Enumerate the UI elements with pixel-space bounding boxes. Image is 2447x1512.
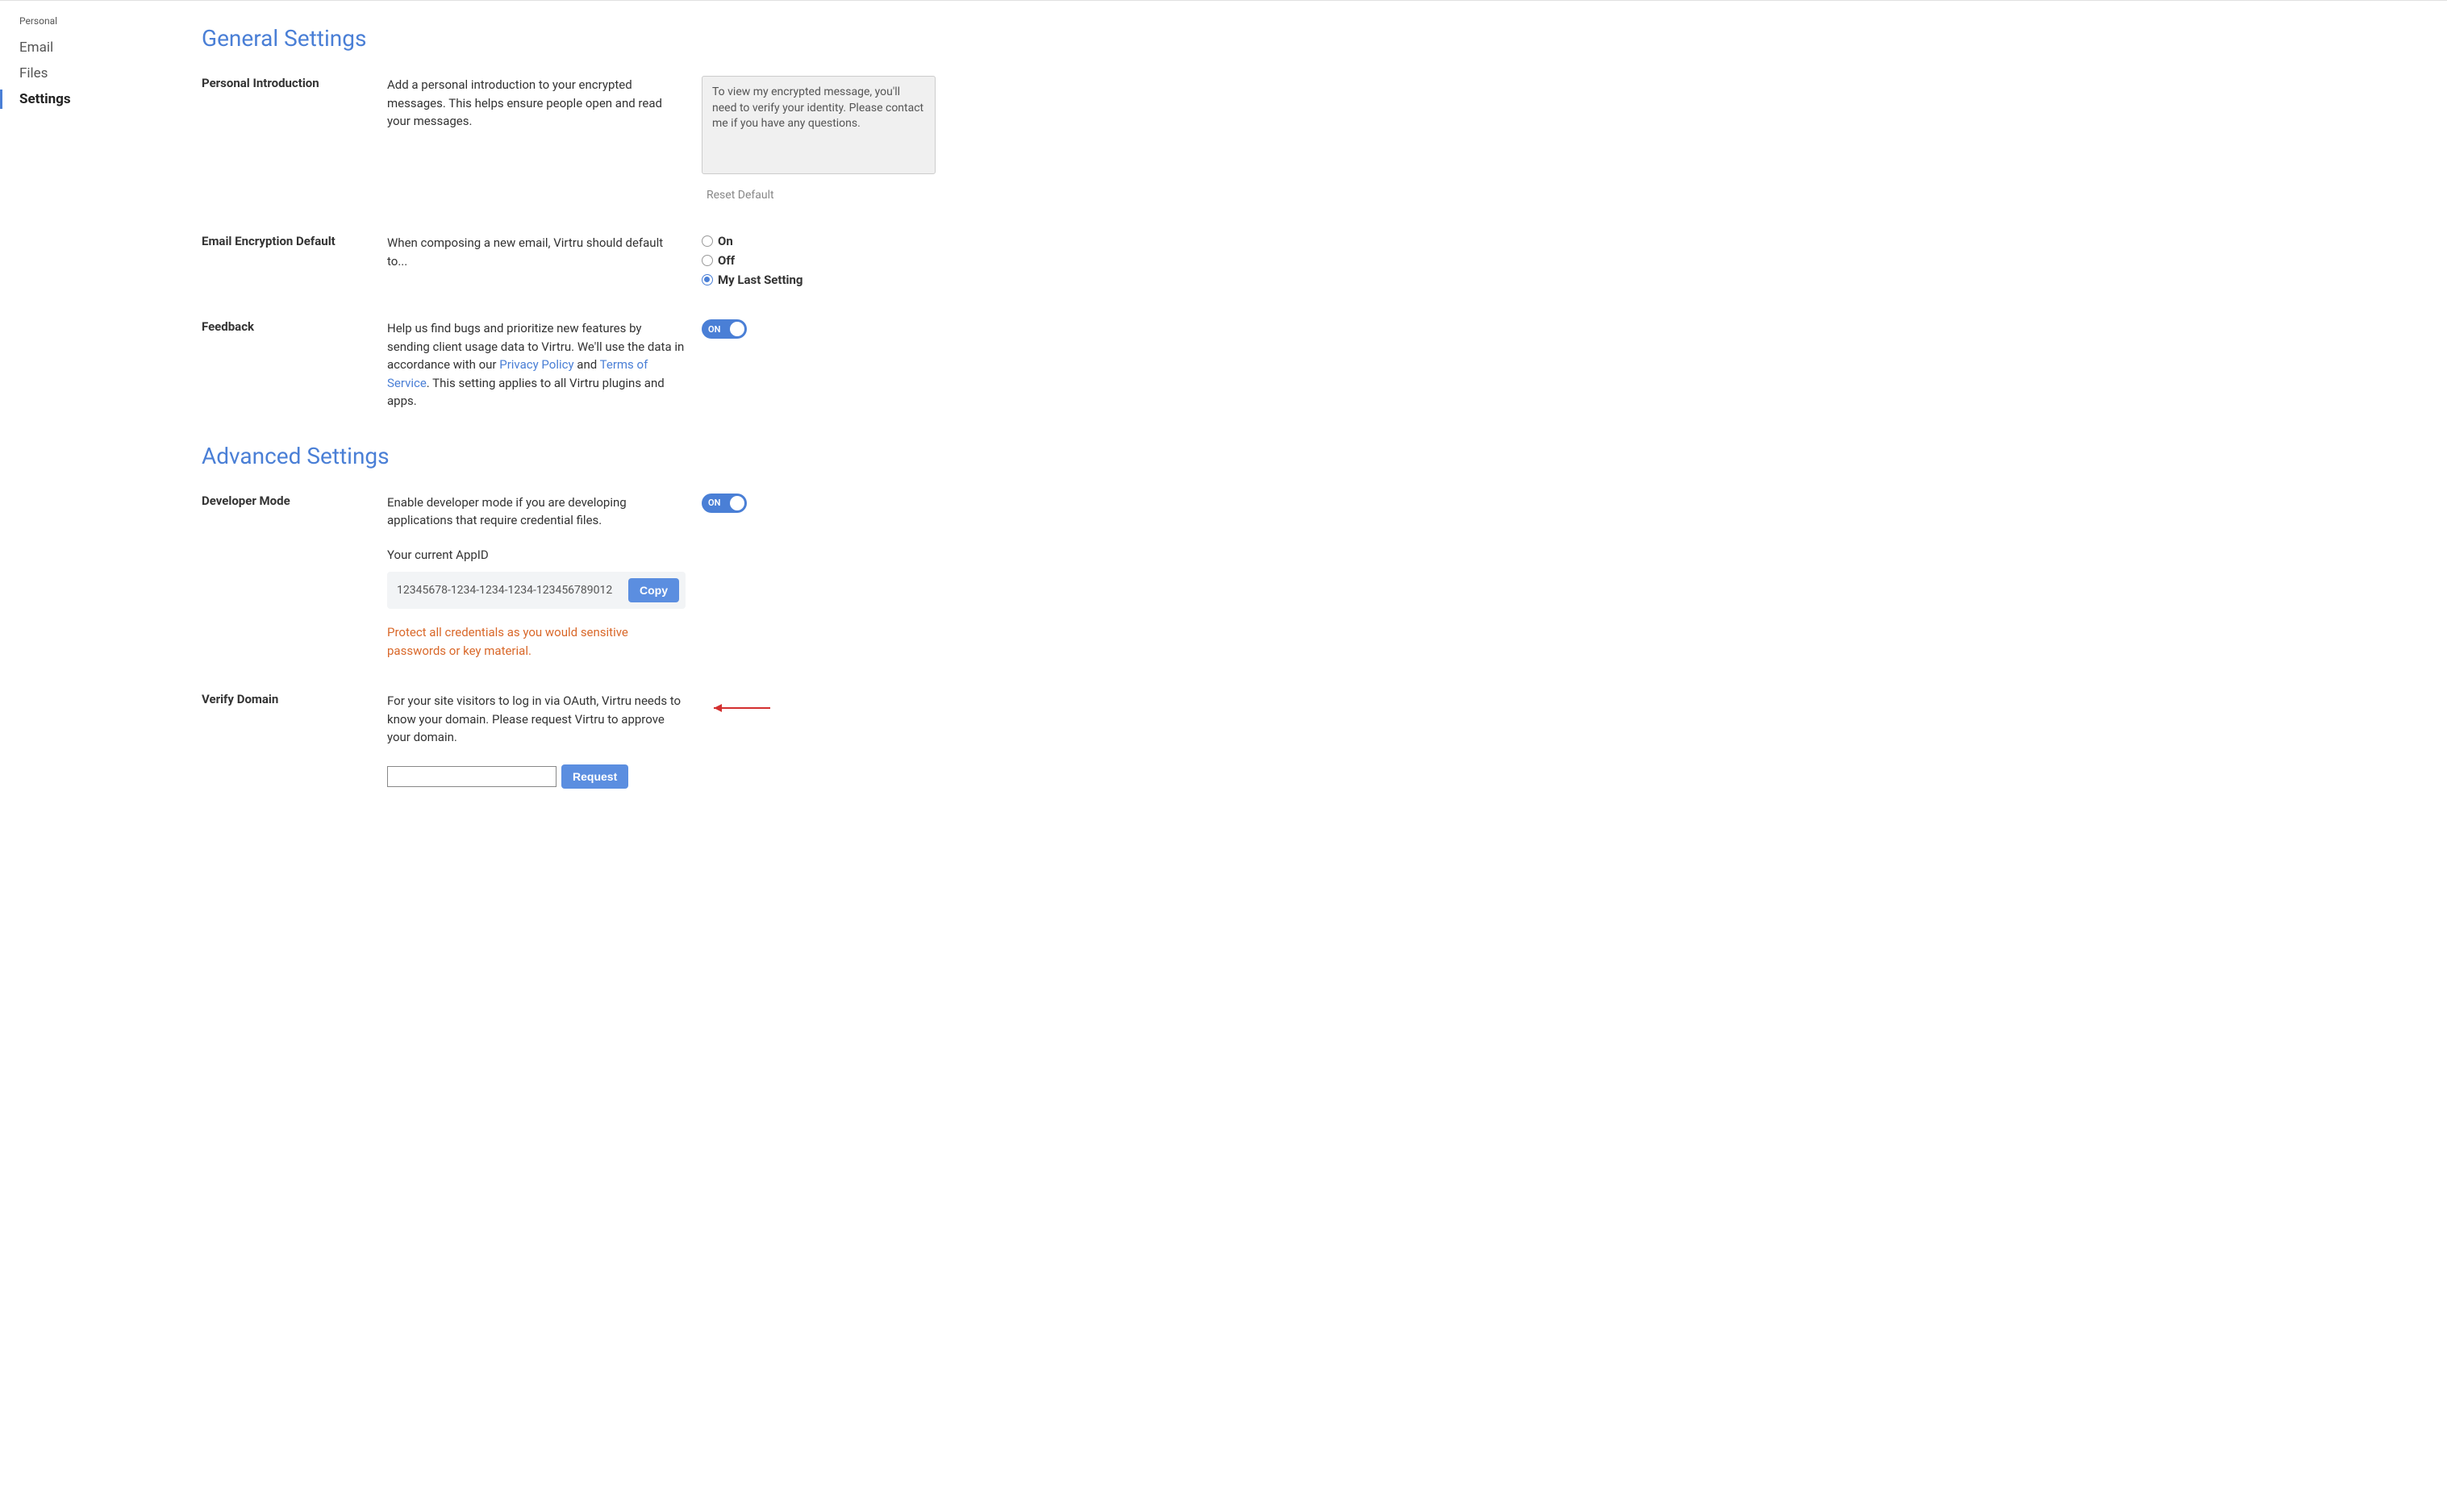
personal-intro-textarea[interactable] <box>702 76 936 174</box>
toggle-on-label: ON <box>708 324 720 335</box>
reset-default-button[interactable]: Reset Default <box>702 189 1105 202</box>
main-content: General Settings Personal Introduction A… <box>169 1 1137 1512</box>
feedback-desc-part2: . This setting applies to all Virtru plu… <box>387 376 665 409</box>
developer-mode-toggle[interactable]: ON <box>702 494 747 513</box>
email-encryption-label: Email Encryption Default <box>202 234 387 248</box>
feedback-desc-and: and <box>574 357 600 372</box>
radio-label-last: My Last Setting <box>718 273 803 287</box>
verify-domain-description: For your site visitors to log in via OAu… <box>387 692 702 789</box>
arrow-left-icon <box>702 700 774 716</box>
feedback-label: Feedback <box>202 319 387 334</box>
radio-option-off[interactable]: Off <box>702 253 1105 268</box>
email-encryption-radio-group: On Off My Last Setting <box>702 234 1105 287</box>
setting-row-personal-intro: Personal Introduction Add a personal int… <box>202 76 1105 202</box>
sidebar: Personal Email Files Settings <box>0 1 169 1512</box>
setting-row-developer-mode: Developer Mode Enable developer mode if … <box>202 494 1105 660</box>
toggle-knob-icon <box>730 322 744 336</box>
verify-domain-desc-text: For your site visitors to log in via OAu… <box>387 694 681 744</box>
appid-box: 12345678-1234-1234-1234-123456789012 Cop… <box>387 572 686 609</box>
personal-intro-label: Personal Introduction <box>202 76 387 90</box>
developer-mode-desc-text: Enable developer mode if you are develop… <box>387 495 627 528</box>
advanced-settings-title: Advanced Settings <box>202 443 1105 469</box>
radio-option-on[interactable]: On <box>702 234 1105 248</box>
verify-domain-label: Verify Domain <box>202 692 387 706</box>
request-button[interactable]: Request <box>561 764 628 789</box>
setting-row-verify-domain: Verify Domain For your site visitors to … <box>202 692 1105 789</box>
sidebar-item-email[interactable]: Email <box>0 35 169 60</box>
sidebar-category-label: Personal <box>0 15 169 27</box>
radio-label-off: Off <box>718 253 735 268</box>
radio-label-on: On <box>718 234 733 248</box>
toggle-on-label: ON <box>708 498 720 508</box>
general-settings-title: General Settings <box>202 25 1105 52</box>
email-encryption-description: When composing a new email, Virtru shoul… <box>387 234 702 270</box>
radio-icon <box>702 255 713 266</box>
credentials-warning: Protect all credentials as you would sen… <box>387 623 677 660</box>
sidebar-item-settings[interactable]: Settings <box>0 86 169 112</box>
radio-icon <box>702 235 713 247</box>
appid-value: 12345678-1234-1234-1234-123456789012 <box>397 582 612 599</box>
radio-icon <box>702 274 713 285</box>
domain-input[interactable] <box>387 766 557 787</box>
developer-mode-description: Enable developer mode if you are develop… <box>387 494 702 660</box>
sidebar-item-files[interactable]: Files <box>0 60 169 86</box>
setting-row-feedback: Feedback Help us find bugs and prioritiz… <box>202 319 1105 410</box>
privacy-policy-link[interactable]: Privacy Policy <box>499 357 573 372</box>
setting-row-email-encryption: Email Encryption Default When composing … <box>202 234 1105 287</box>
personal-intro-description: Add a personal introduction to your encr… <box>387 76 702 131</box>
radio-option-last[interactable]: My Last Setting <box>702 273 1105 287</box>
feedback-toggle[interactable]: ON <box>702 319 747 339</box>
feedback-description: Help us find bugs and prioritize new fea… <box>387 319 702 410</box>
copy-button[interactable]: Copy <box>628 578 679 602</box>
toggle-knob-icon <box>730 496 744 510</box>
developer-mode-label: Developer Mode <box>202 494 387 508</box>
appid-label: Your current AppID <box>387 546 686 564</box>
